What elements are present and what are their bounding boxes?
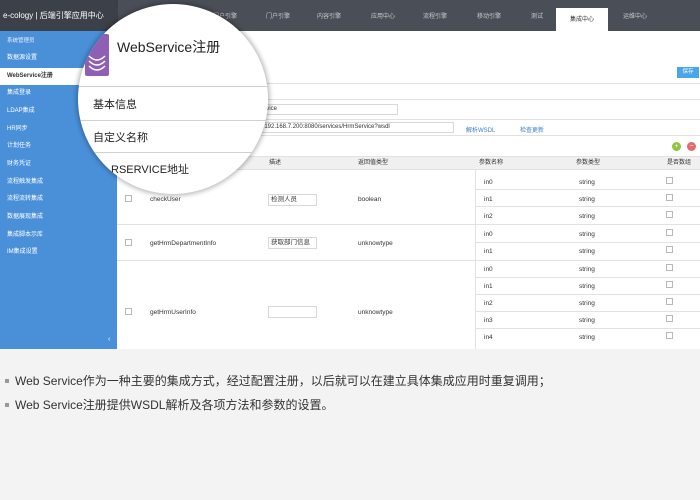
- parse-wsdl-link[interactable]: 解析WSDL: [466, 125, 495, 134]
- sidebar-item-workflow-flow[interactable]: 流程流转集成: [0, 191, 117, 208]
- param-is-array-checkbox[interactable]: [666, 246, 673, 253]
- magnifier-divider: [78, 86, 268, 87]
- add-row-icon[interactable]: +: [672, 142, 681, 151]
- magnifier-custom-name-label: 自定义名称: [93, 132, 148, 144]
- sidebar-item-workflow-trigger[interactable]: 流程触发集成: [0, 174, 117, 191]
- col-is-array: 是否数组: [667, 160, 692, 166]
- row-divider: [117, 260, 700, 261]
- param-divider: [475, 294, 700, 295]
- param-is-array-checkbox[interactable]: [666, 332, 673, 339]
- caption-text: Web Service作为一种主要的集成方式，经过配置注册，以后就可以在建立具体…: [15, 374, 551, 388]
- nav-item-portal-engine-2[interactable]: 门户引擎: [262, 0, 294, 31]
- sidebar-item-data-display[interactable]: 数据展现集成: [0, 209, 117, 226]
- magnifier-basic-info-label: 基本信息: [93, 99, 137, 111]
- method-name: getHrmDepartmentInfo: [150, 240, 217, 247]
- param-type: string: [579, 283, 595, 290]
- method-return-type: unknowtype: [358, 240, 393, 247]
- method-description-input[interactable]: 检测人员: [268, 194, 317, 206]
- method-description-input[interactable]: 获取部门信息: [268, 237, 317, 249]
- screenshot-frame: e-cology | 后端引擎应用中心 应用 门户引擎 门户引擎 内容引擎 应用…: [0, 0, 700, 349]
- param-separator: [475, 170, 476, 349]
- param-name: in1: [484, 196, 493, 203]
- col-param-type: 参数类型: [576, 160, 601, 166]
- sidebar-item-im-settings[interactable]: IM集成设置: [0, 244, 117, 261]
- param-is-array-checkbox[interactable]: [666, 298, 673, 305]
- caption-line-2: Web Service注册提供WSDL解析及各项方法和参数的设置。: [5, 396, 333, 413]
- method-return-type: boolean: [358, 196, 382, 203]
- param-type: string: [579, 300, 595, 307]
- nav-item-app-center[interactable]: 应用中心: [367, 0, 399, 31]
- param-name: in4: [484, 334, 493, 341]
- param-is-array-checkbox[interactable]: [666, 315, 673, 322]
- method-return-type: unknowtype: [358, 309, 393, 316]
- caption-text: Web Service注册提供WSDL解析及各项方法和参数的设置。: [15, 398, 334, 412]
- param-type: string: [579, 248, 595, 255]
- param-is-array-checkbox[interactable]: [666, 194, 673, 201]
- param-is-array-checkbox[interactable]: [666, 177, 673, 184]
- param-name: in3: [484, 317, 493, 324]
- param-type: string: [579, 213, 595, 220]
- bullet-icon: [5, 378, 9, 383]
- col-return-type: 返回值类型: [358, 160, 389, 166]
- row-divider: [117, 224, 700, 225]
- save-button[interactable]: 保存: [677, 67, 699, 78]
- top-nav-bar: e-cology | 后端引擎应用中心 应用 门户引擎 门户引擎 内容引擎 应用…: [0, 0, 700, 31]
- param-is-array-checkbox[interactable]: [666, 264, 673, 271]
- param-type: string: [579, 317, 595, 324]
- magnifier-divider: [78, 152, 268, 153]
- webservice-module-icon: [85, 34, 109, 76]
- param-type: string: [579, 334, 595, 341]
- nav-item-content-engine[interactable]: 内容引擎: [313, 0, 345, 31]
- col-param-name: 参数名称: [479, 160, 504, 166]
- param-name: in2: [484, 213, 493, 220]
- method-name: getHrmUserInfo: [150, 309, 196, 316]
- caption-line-1: Web Service作为一种主要的集成方式，经过配置注册，以后就可以在建立具体…: [5, 372, 551, 389]
- param-is-array-checkbox[interactable]: [666, 281, 673, 288]
- magnifier-divider: [78, 120, 268, 121]
- nav-item-workflow-engine[interactable]: 流程引擎: [419, 0, 451, 31]
- param-divider: [475, 311, 700, 312]
- param-is-array-checkbox[interactable]: [666, 211, 673, 218]
- sidebar-collapse-icon[interactable]: ‹: [108, 336, 110, 343]
- param-name: in0: [484, 266, 493, 273]
- nav-item-integration-center[interactable]: 集成中心: [556, 8, 608, 31]
- method-checkbox[interactable]: [125, 239, 132, 246]
- param-name: in1: [484, 248, 493, 255]
- method-checkbox[interactable]: [125, 195, 132, 202]
- param-name: in0: [484, 231, 493, 238]
- col-description: 描述: [269, 160, 282, 166]
- remove-row-icon[interactable]: −: [687, 142, 696, 151]
- param-type: string: [579, 196, 595, 203]
- magnifier-title: WebService注册: [117, 39, 221, 55]
- param-is-array-checkbox[interactable]: [666, 229, 673, 236]
- app-logo: e-cology | 后端引擎应用中心: [0, 0, 118, 31]
- service-address-input[interactable]: //192.168.7.200:8080/services/HrmService…: [258, 122, 454, 133]
- nav-item-mobile-engine[interactable]: 移动引擎: [473, 0, 505, 31]
- magnifier-service-address-label: RSERVICE地址: [111, 164, 190, 176]
- check-update-link[interactable]: 检查更新: [520, 125, 544, 134]
- nav-item-ops-center[interactable]: 运维中心: [617, 0, 653, 31]
- param-type: string: [579, 231, 595, 238]
- param-name: in1: [484, 283, 493, 290]
- param-type: string: [579, 266, 595, 273]
- method-description-input[interactable]: [268, 306, 317, 318]
- method-name: checkUser: [150, 196, 181, 203]
- param-divider: [475, 206, 700, 207]
- param-divider: [475, 277, 700, 278]
- param-divider: [475, 242, 700, 243]
- nav-item-test[interactable]: 测试: [524, 0, 550, 31]
- param-divider: [475, 328, 700, 329]
- param-name: in2: [484, 300, 493, 307]
- param-name: in0: [484, 179, 493, 186]
- param-type: string: [579, 179, 595, 186]
- custom-name-input[interactable]: ervice: [258, 104, 398, 115]
- param-divider: [475, 189, 700, 190]
- sidebar-item-script-library[interactable]: 集成脚本示库: [0, 227, 117, 244]
- method-checkbox[interactable]: [125, 308, 132, 315]
- magnifier-callout: WebService注册 基本信息 自定义名称 RSERVICE地址: [78, 4, 268, 194]
- bullet-icon: [5, 402, 9, 407]
